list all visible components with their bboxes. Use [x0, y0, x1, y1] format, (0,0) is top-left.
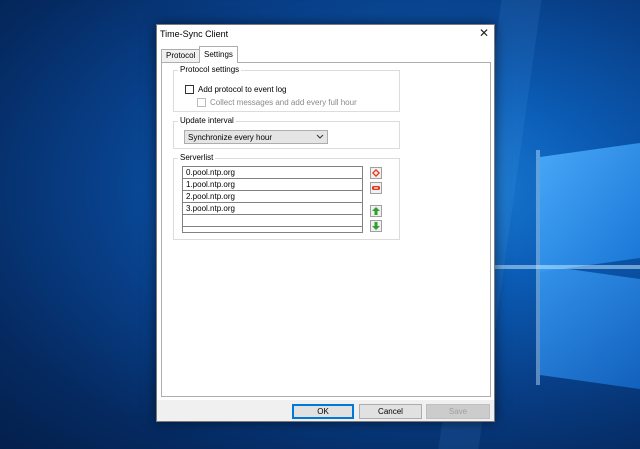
wallpaper-beam	[495, 265, 640, 269]
group-label-serverlist: Serverlist	[178, 153, 216, 163]
move-server-down-button[interactable]	[370, 220, 382, 232]
update-interval-select[interactable]: Synchronize every hour	[184, 130, 328, 144]
add-to-event-log-label[interactable]: Add protocol to event log	[198, 85, 287, 95]
remove-server-button[interactable]	[370, 182, 382, 194]
ok-button[interactable]: OK	[292, 404, 354, 419]
server-list-item[interactable]: 2.pool.ntp.org	[183, 191, 362, 203]
group-label-protocol-settings: Protocol settings	[178, 65, 242, 75]
server-list-item[interactable]: 0.pool.ntp.org	[183, 167, 362, 179]
window-title: Time-Sync Client	[160, 29, 229, 39]
settings-panel: Protocol settings Add protocol to event …	[161, 62, 491, 397]
group-label-update-interval: Update interval	[178, 116, 236, 126]
server-list-item[interactable]	[183, 215, 362, 227]
add-to-event-log-checkbox[interactable]	[185, 85, 194, 94]
wallpaper-beam	[536, 150, 540, 385]
cancel-button[interactable]: Cancel	[359, 404, 422, 419]
server-listbox[interactable]: 0.pool.ntp.org 1.pool.ntp.org 2.pool.ntp…	[182, 166, 363, 233]
remove-icon	[372, 186, 380, 190]
desktop-background: Time-Sync Client ✕ Protocol Settings Pro…	[0, 0, 640, 449]
update-interval-value: Synchronize every hour	[188, 133, 273, 142]
update-interval-group: Update interval Synchronize every hour	[173, 116, 400, 149]
close-button[interactable]: ✕	[476, 26, 492, 41]
tab-protocol[interactable]: Protocol	[161, 49, 201, 62]
chevron-down-icon	[316, 134, 324, 139]
add-server-button[interactable]	[370, 167, 382, 179]
server-list-item[interactable]: 3.pool.ntp.org	[183, 203, 362, 215]
server-list-item[interactable]: 1.pool.ntp.org	[183, 179, 362, 191]
wallpaper-logo-pane	[540, 264, 640, 390]
wallpaper-logo-pane	[540, 142, 640, 273]
serverlist-group: Serverlist 0.pool.ntp.org 1.pool.ntp.org…	[173, 153, 400, 240]
move-server-up-button[interactable]	[370, 205, 382, 217]
tab-settings[interactable]: Settings	[199, 46, 238, 63]
collect-messages-label: Collect messages and add every full hour	[210, 98, 357, 107]
title-bar[interactable]: Time-Sync Client ✕	[157, 25, 494, 43]
dialog-footer: OK Cancel Save	[157, 400, 494, 421]
protocol-settings-group: Protocol settings Add protocol to event …	[173, 65, 400, 112]
arrow-down-icon	[372, 222, 380, 230]
save-button[interactable]: Save	[426, 404, 490, 419]
add-icon	[372, 169, 380, 177]
collect-messages-checkbox[interactable]	[197, 98, 206, 107]
dialog-window: Time-Sync Client ✕ Protocol Settings Pro…	[156, 24, 495, 422]
arrow-up-icon	[372, 207, 380, 215]
tab-strip: Protocol Settings	[161, 46, 491, 63]
